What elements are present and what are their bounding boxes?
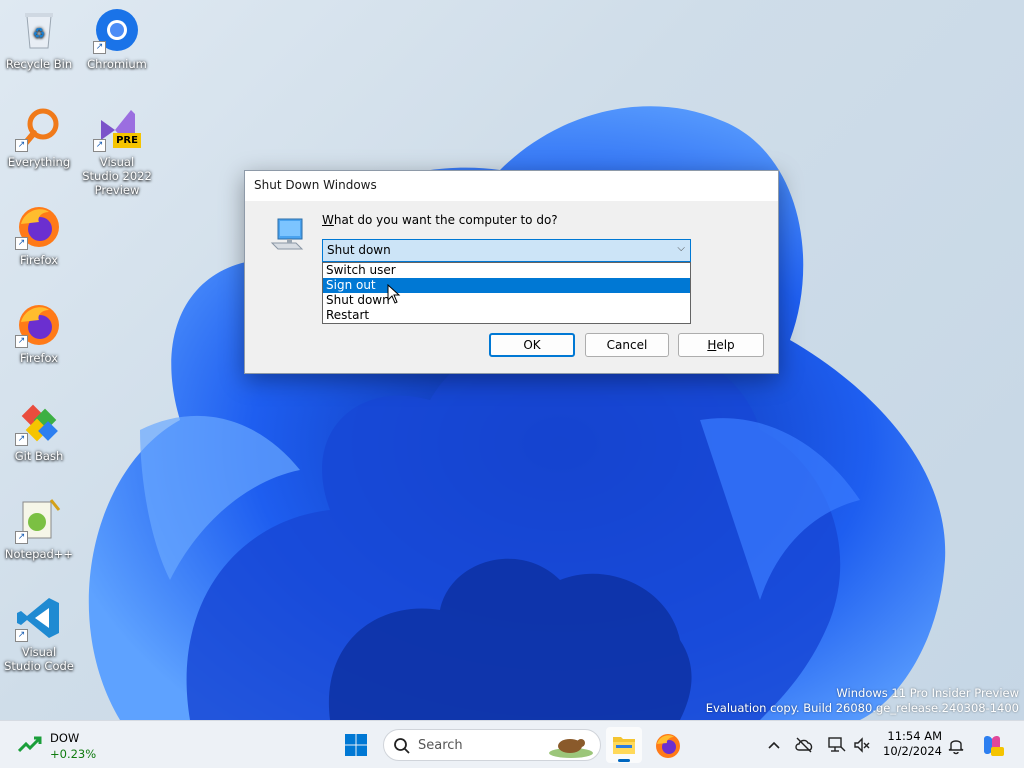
- action-dropdown-list: Switch user Sign out Shut down Restart: [322, 262, 691, 324]
- shortcut-arrow-icon: ↗: [15, 531, 28, 544]
- recycle-bin-icon: ♻: [15, 6, 63, 54]
- option-restart[interactable]: Restart: [323, 308, 690, 323]
- taskbar: DOW +0.23% Search 11:54 AM 10/2/2024: [0, 720, 1024, 768]
- mouse-pointer-icon: [387, 283, 401, 307]
- desktop-icon-chromium[interactable]: ↗ Chromium: [80, 6, 154, 71]
- clock-date: 10/2/2024: [883, 744, 942, 758]
- option-shut-down[interactable]: Shut down: [323, 293, 690, 308]
- chromium-icon: ↗: [93, 6, 141, 54]
- search-highlight-icon: [549, 739, 593, 758]
- help-text: elp: [716, 338, 735, 352]
- taskbar-file-explorer[interactable]: [606, 727, 642, 763]
- desktop-icon-visual-studio-preview[interactable]: PRE ↗ Visual Studio 2022 Preview: [80, 104, 154, 197]
- desktop-icon-everything[interactable]: ↗ Everything: [2, 104, 76, 169]
- desktop-icon-label: Firefox: [19, 351, 59, 365]
- shortcut-arrow-icon: ↗: [15, 629, 28, 642]
- taskbar-search-box[interactable]: Search: [383, 729, 601, 761]
- folder-icon: [613, 737, 635, 754]
- desktop-icon-vscode[interactable]: ↗ Visual Studio Code: [2, 594, 76, 673]
- copilot-icon[interactable]: [980, 733, 1004, 757]
- notification-bell-icon[interactable]: [946, 735, 966, 755]
- desktop-icon-label: Recycle Bin: [5, 57, 73, 71]
- stock-trend-icon: [17, 735, 42, 755]
- desktop-icon-firefox-1[interactable]: ↗ Firefox: [2, 202, 76, 267]
- shortcut-arrow-icon: ↗: [93, 41, 106, 54]
- option-switch-user[interactable]: Switch user: [323, 263, 690, 278]
- notepad-plus-plus-icon: ↗: [15, 496, 63, 544]
- shortcut-arrow-icon: ↗: [15, 433, 28, 446]
- firefox-icon: [656, 734, 680, 758]
- shutdown-dialog: Shut Down Windows What do you want the c…: [244, 170, 779, 374]
- network-icon[interactable]: [826, 735, 846, 755]
- option-sign-out[interactable]: Sign out: [323, 278, 690, 293]
- start-button[interactable]: [338, 727, 374, 763]
- windows-watermark: Windows 11 Pro Insider Preview Evaluatio…: [706, 686, 1019, 716]
- dialog-question: What do you want the computer to do?: [322, 213, 558, 227]
- watermark-line-2: Evaluation copy. Build 26080.ge_release.…: [705, 701, 1019, 715]
- chevron-up-icon[interactable]: [764, 735, 784, 755]
- firefox-icon: ↗: [15, 300, 63, 348]
- help-button[interactable]: Help: [678, 333, 764, 357]
- shortcut-arrow-icon: ↗: [15, 237, 28, 250]
- clock-time: 11:54 AM: [887, 729, 942, 743]
- desktop-icon-label: Notepad++: [4, 547, 74, 561]
- desktop-icon-recycle-bin[interactable]: ♻ Recycle Bin: [2, 6, 76, 71]
- desktop-icon-notepadpp[interactable]: ↗ Notepad++: [2, 496, 76, 561]
- firefox-icon: ↗: [15, 202, 63, 250]
- dialog-body: What do you want the computer to do? Shu…: [245, 201, 778, 373]
- cloud-offline-icon[interactable]: [794, 735, 814, 755]
- windows-logo-icon: [345, 734, 367, 756]
- shortcut-arrow-icon: ↗: [15, 139, 28, 152]
- desktop-icon-label: Everything: [7, 155, 71, 169]
- everything-search-icon: ↗: [15, 104, 63, 152]
- desktop-icon-label: Chromium: [87, 57, 147, 71]
- preview-badge: PRE: [113, 133, 141, 148]
- desktop-icon-label: Git Bash: [14, 449, 64, 463]
- watermark-line-1: Windows 11 Pro Insider Preview: [836, 686, 1019, 700]
- computer-icon: [269, 217, 305, 253]
- dialog-title[interactable]: Shut Down Windows: [245, 171, 778, 201]
- desktop-icon-label: Visual Studio Code: [4, 645, 74, 673]
- vscode-icon: ↗: [15, 594, 63, 642]
- widget-value: +0.23%: [50, 747, 97, 761]
- desktop-icon-label: Firefox: [19, 253, 59, 267]
- desktop-icon-label: Visual Studio 2022 Preview: [82, 155, 152, 197]
- shortcut-arrow-icon: ↗: [15, 335, 28, 348]
- volume-muted-icon[interactable]: [852, 735, 872, 755]
- cancel-button[interactable]: Cancel: [585, 333, 669, 357]
- desktop-icon-firefox-2[interactable]: ↗ Firefox: [2, 300, 76, 365]
- search-placeholder: Search: [418, 738, 463, 753]
- help-accelerator: H: [707, 338, 717, 352]
- widget-title: DOW: [50, 731, 80, 745]
- question-accelerator: W: [322, 213, 334, 227]
- shortcut-arrow-icon: ↗: [93, 139, 106, 152]
- chevron-down-icon[interactable]: ⌵: [677, 243, 685, 254]
- taskbar-firefox[interactable]: [650, 727, 686, 763]
- action-select-value: Shut down: [327, 243, 391, 257]
- running-indicator: [618, 759, 630, 762]
- git-bash-icon: ↗: [15, 398, 63, 446]
- svg-text:♻: ♻: [33, 26, 46, 42]
- question-text: hat do you want the computer to do?: [333, 213, 558, 227]
- ok-button[interactable]: OK: [489, 333, 575, 357]
- visual-studio-icon: PRE ↗: [93, 104, 141, 152]
- system-clock[interactable]: 11:54 AM 10/2/2024: [880, 729, 942, 759]
- action-select[interactable]: Shut down ⌵: [322, 239, 691, 262]
- desktop-icon-git-bash[interactable]: ↗ Git Bash: [2, 398, 76, 463]
- search-icon: [394, 738, 410, 754]
